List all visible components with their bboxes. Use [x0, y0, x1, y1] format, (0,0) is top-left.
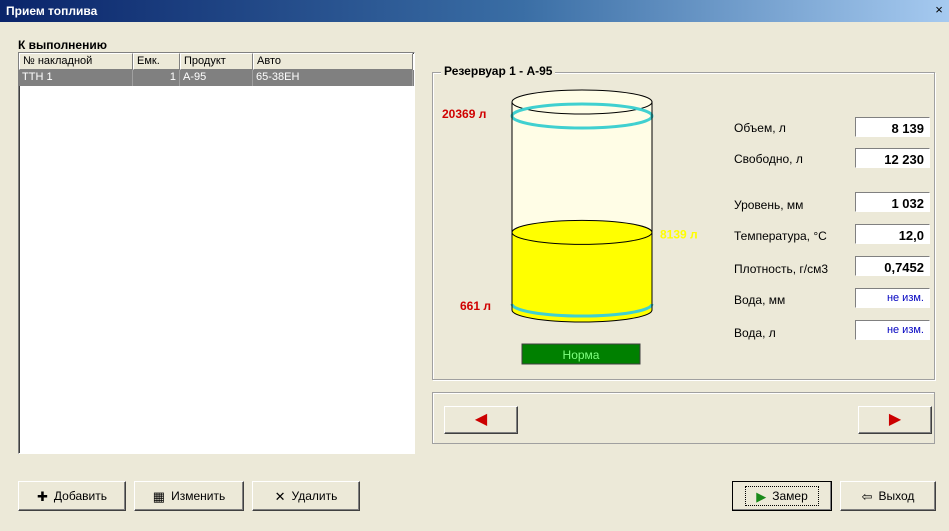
- delete-button[interactable]: ✕ Удалить: [252, 481, 360, 511]
- tank-current-label: 8139 л: [660, 227, 698, 241]
- arrow-left-icon: ◀: [474, 411, 488, 428]
- arrow-right-icon: ▶: [888, 411, 902, 428]
- delete-button-label: Удалить: [291, 489, 338, 503]
- cell-auto: 65-38ЕН: [253, 70, 413, 86]
- param-label-temperature: Температура, °С: [734, 229, 827, 243]
- param-label-water-l: Вода, л: [734, 326, 776, 340]
- param-value-water-l: не изм.: [855, 320, 930, 340]
- close-icon[interactable]: ×: [931, 2, 947, 18]
- param-value-density: 0,7452: [855, 256, 930, 276]
- cell-product: А-95: [180, 70, 253, 86]
- tank-status-text: Норма: [563, 348, 600, 362]
- param-value-water-mm: не изм.: [855, 288, 930, 308]
- add-button[interactable]: ✚ Добавить: [18, 481, 126, 511]
- cell-tank: 1: [133, 70, 180, 86]
- add-button-label: Добавить: [53, 489, 107, 503]
- exit-icon: ⇦: [861, 488, 873, 504]
- edit-button-label: Изменить: [171, 489, 226, 503]
- cell-invoice: ТТН 1: [19, 70, 133, 86]
- tank-max-label: 20369 л: [442, 107, 486, 121]
- param-value-temperature: 12,0: [855, 224, 930, 244]
- delete-icon: ✕: [274, 488, 286, 504]
- window-titlebar: Прием топлива ×: [0, 0, 949, 22]
- tank-min-label: 661 л: [460, 299, 491, 313]
- column-header-tank[interactable]: Емк.: [133, 53, 180, 70]
- fuel-surface: [511, 219, 653, 245]
- edit-icon: ▦: [152, 488, 166, 504]
- prev-tank-button[interactable]: ◀: [444, 406, 518, 434]
- exit-button[interactable]: ⇦ Выход: [840, 481, 936, 511]
- next-tank-button[interactable]: ▶: [858, 406, 932, 434]
- param-label-water-mm: Вода, мм: [734, 293, 786, 307]
- column-header-invoice[interactable]: № накладной: [19, 53, 133, 70]
- listview-header: № накладной Емк. Продукт Авто: [19, 53, 414, 70]
- param-value-level: 1 032: [855, 192, 930, 212]
- param-label-level: Уровень, мм: [734, 198, 804, 212]
- column-header-product[interactable]: Продукт: [180, 53, 253, 70]
- exit-button-label: Выход: [878, 489, 915, 503]
- param-label-volume: Объем, л: [734, 121, 786, 135]
- tank-visual: 20369 л 661 л 8139 л Норма: [442, 89, 698, 365]
- measure-button-label: Замер: [772, 489, 808, 503]
- tank-title: Резервуар 1 - А-95: [441, 64, 556, 78]
- queue-label: К выполнению: [18, 38, 107, 52]
- window-title: Прием топлива: [6, 4, 98, 18]
- param-label-free: Свободно, л: [734, 152, 803, 166]
- play-icon: ▶: [756, 488, 767, 504]
- queue-listview[interactable]: № накладной Емк. Продукт Авто ТТН 1 1 А-…: [18, 52, 415, 454]
- table-row[interactable]: ТТН 1 1 А-95 65-38ЕН: [19, 70, 414, 86]
- param-value-free: 12 230: [855, 148, 930, 168]
- measure-button[interactable]: ▶ Замер: [732, 481, 832, 511]
- column-header-auto[interactable]: Авто: [253, 53, 413, 70]
- plus-icon: ✚: [37, 488, 48, 504]
- tank-top: [511, 89, 653, 115]
- edit-button[interactable]: ▦ Изменить: [134, 481, 244, 511]
- param-label-density: Плотность, г/см3: [734, 262, 829, 276]
- param-value-volume: 8 139: [855, 117, 930, 137]
